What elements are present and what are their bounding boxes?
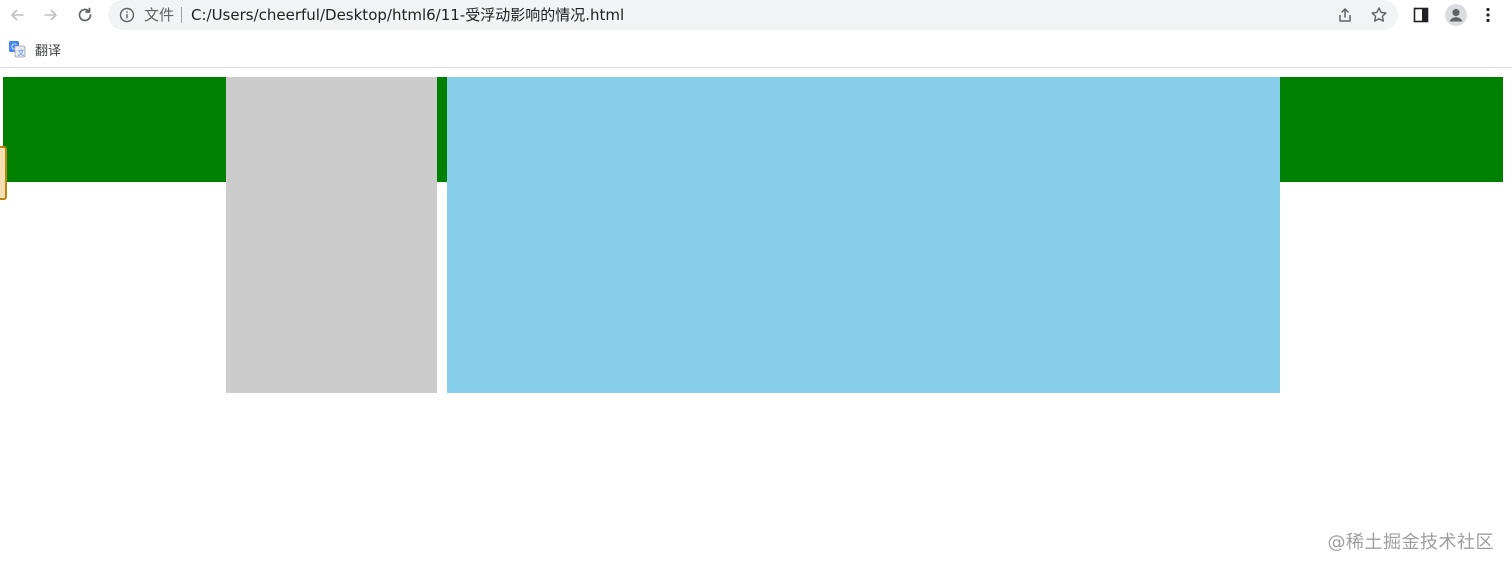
main-column-box [447, 77, 1280, 393]
menu-button[interactable] [1478, 5, 1498, 25]
bookmark-label: 翻译 [35, 43, 62, 59]
svg-text:G: G [11, 43, 17, 52]
bookmarks-bar: G 文 翻译 [0, 31, 1512, 68]
info-icon[interactable] [119, 7, 135, 23]
watermark-text: @稀土掘金技术社区 [1327, 532, 1494, 553]
address-url[interactable]: C:/Users/cheerful/Desktop/html6/11-受浮动影响… [191, 5, 624, 25]
left-column-box [226, 77, 437, 393]
bookmark-translate[interactable]: G 文 翻译 [8, 39, 61, 59]
reload-icon [78, 7, 92, 22]
back-arrow-icon [11, 9, 24, 21]
back-button[interactable] [4, 3, 30, 27]
profile-button[interactable] [1444, 3, 1468, 27]
reload-button[interactable] [72, 3, 98, 27]
browser-toolbar: 文件 C:/Users/cheerful/Desktop/html6/11-受浮… [0, 0, 1512, 31]
page-viewport: @稀土掘金技术社区 [0, 68, 1512, 568]
svg-text:文: 文 [18, 48, 25, 57]
forward-button[interactable] [38, 3, 64, 27]
address-scheme-label: 文件 [144, 6, 175, 24]
forward-arrow-icon [44, 9, 57, 21]
address-bar[interactable]: 文件 C:/Users/cheerful/Desktop/html6/11-受浮… [108, 0, 1398, 30]
side-panel-button[interactable] [1411, 5, 1431, 25]
address-separator [181, 7, 182, 23]
share-icon[interactable] [1336, 6, 1354, 24]
edge-drag-handle[interactable] [0, 146, 7, 200]
translate-icon: G 文 [9, 41, 26, 58]
more-vertical-icon [1486, 7, 1490, 23]
side-panel-icon [1413, 7, 1429, 23]
avatar-icon [1445, 4, 1467, 26]
bookmark-star-icon[interactable] [1370, 6, 1388, 24]
